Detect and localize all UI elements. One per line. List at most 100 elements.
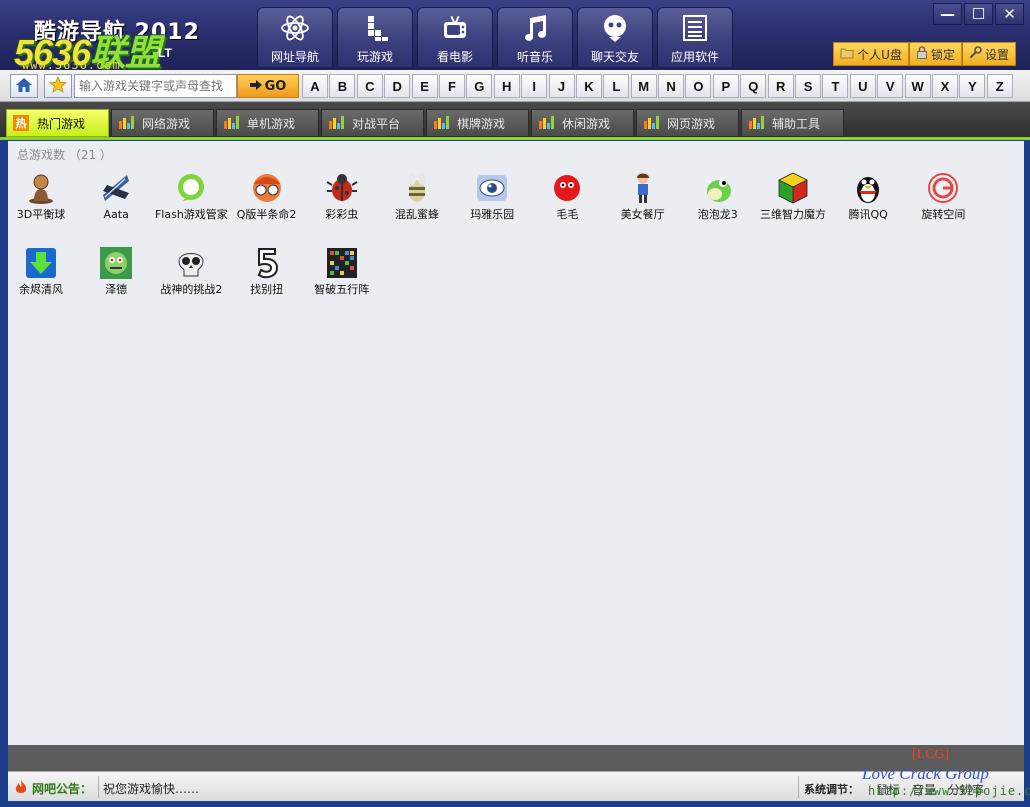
letter-button[interactable]: O xyxy=(685,74,712,98)
penguin-icon xyxy=(851,171,885,205)
letter-button[interactable]: E xyxy=(411,74,438,98)
letter-button[interactable]: D xyxy=(384,74,411,98)
lcg-label: [LCG] xyxy=(912,747,950,762)
game-item[interactable]: 美女餐厅 xyxy=(605,171,681,241)
watermark-title: Love Crack Group xyxy=(862,764,989,783)
figure-icon xyxy=(24,171,58,205)
game-item[interactable]: 三维智力魔方 xyxy=(755,171,831,241)
favorites-button[interactable] xyxy=(44,74,72,98)
download-icon xyxy=(24,246,58,280)
letter-button[interactable]: X xyxy=(931,74,958,98)
game-name: Flash游戏管家 xyxy=(154,208,228,221)
game-item[interactable]: 腾讯QQ xyxy=(830,171,906,241)
game-item[interactable]: Q版半条命2 xyxy=(229,171,305,241)
maximize-button[interactable]: ☐ xyxy=(964,3,993,25)
letter-button[interactable]: V xyxy=(877,74,904,98)
letter-button[interactable]: Q xyxy=(740,74,767,98)
close-button[interactable]: ✕ xyxy=(995,3,1024,25)
game-item[interactable]: 智破五行阵 xyxy=(304,246,380,316)
game-item[interactable]: 彩彩虫 xyxy=(304,171,380,241)
chat-face-icon xyxy=(598,12,632,44)
bee-icon xyxy=(400,171,434,205)
game-item[interactable]: Aata xyxy=(78,171,154,241)
category-tab-label: 热门游戏 xyxy=(37,116,86,131)
game-item[interactable]: 混乱蜜蜂 xyxy=(379,171,455,241)
game-item[interactable]: 3D平衡球 xyxy=(3,171,79,241)
game-name: 毛毛 xyxy=(556,208,579,221)
category-tab[interactable]: 棋牌游戏 xyxy=(426,109,529,137)
game-item[interactable]: 战神的挑战2 xyxy=(153,246,229,316)
letter-button[interactable]: F xyxy=(438,74,465,98)
nav-tab-games[interactable]: 玩游戏 xyxy=(337,7,413,68)
game-panel: 总游戏数 （21 ） 3D平衡球 Aata Flash游戏管家 Q版半条命2 彩彩虫 混乱… xyxy=(8,141,1024,745)
nav-tab-movies[interactable]: 看电影 xyxy=(417,7,493,68)
divider xyxy=(98,776,99,798)
letter-button[interactable]: Y xyxy=(959,74,986,98)
letter-button[interactable]: M xyxy=(630,74,657,98)
divider xyxy=(798,776,799,798)
category-tab[interactable]: 网络游戏 xyxy=(111,109,214,137)
tetris-icon xyxy=(358,12,392,44)
category-tab[interactable]: 休闲游戏 xyxy=(531,109,634,137)
letter-button[interactable]: T xyxy=(822,74,849,98)
category-tab[interactable]: 辅助工具 xyxy=(741,109,844,137)
category-bar: 热热门游戏 网络游戏 单机游戏 对战平台 棋牌游戏 休闲游戏 网页游戏 辅助工具 xyxy=(0,102,1030,140)
category-tab[interactable]: 热热门游戏 xyxy=(6,109,109,137)
letter-button[interactable]: B xyxy=(329,74,356,98)
letter-button[interactable]: C xyxy=(356,74,383,98)
letter-button[interactable]: N xyxy=(658,74,685,98)
nav-tab-music[interactable]: 听音乐 xyxy=(497,7,573,68)
game-item[interactable]: 旋转空间 xyxy=(905,171,981,241)
skull-icon xyxy=(174,246,208,280)
game-item[interactable]: Flash游戏管家 xyxy=(153,171,229,241)
go-button[interactable]: GO xyxy=(237,74,299,98)
game-item[interactable]: 玛雅乐园 xyxy=(454,171,530,241)
grid-icon xyxy=(325,246,359,280)
letter-button[interactable]: W xyxy=(904,74,931,98)
letter-index: ABCDEFGHIJKLMNOPQRSTUVWXYZ xyxy=(302,74,1014,98)
category-tab[interactable]: 网页游戏 xyxy=(636,109,739,137)
nav-tab-chat[interactable]: 聊天交友 xyxy=(577,7,653,68)
game-item[interactable]: 找别扭 xyxy=(229,246,305,316)
letter-button[interactable]: K xyxy=(575,74,602,98)
title-bar: 酷游导航 2012 5636联盟 LT www.5636.com 网址导航 玩游… xyxy=(0,0,1030,73)
nav-tab-apps[interactable]: 应用软件 xyxy=(657,7,733,68)
game-item[interactable]: 泡泡龙3 xyxy=(680,171,756,241)
home-button[interactable] xyxy=(10,74,38,98)
nav-tab-web[interactable]: 网址导航 xyxy=(257,7,333,68)
app-logo: 酷游导航 2012 5636联盟 LT www.5636.com xyxy=(8,8,253,73)
category-tab[interactable]: 单机游戏 xyxy=(216,109,319,137)
letter-button[interactable]: R xyxy=(767,74,794,98)
personal-drive-button[interactable]: 个人U盘 xyxy=(833,42,909,66)
bar-chart-icon xyxy=(118,115,134,132)
flash-icon xyxy=(174,171,208,205)
category-tab[interactable]: 对战平台 xyxy=(321,109,424,137)
lock-button[interactable]: 锁定 xyxy=(908,42,962,66)
minimize-button[interactable]: — xyxy=(933,3,962,25)
letter-button[interactable]: S xyxy=(795,74,822,98)
main-nav: 网址导航 玩游戏 看电影 听音乐 聊天交友 应用软件 xyxy=(257,7,733,68)
letter-button[interactable]: L xyxy=(603,74,630,98)
game-name: Aata xyxy=(103,208,129,221)
letter-button[interactable]: J xyxy=(548,74,575,98)
letter-button[interactable]: H xyxy=(493,74,520,98)
cube-icon xyxy=(776,171,810,205)
letter-button[interactable]: G xyxy=(466,74,493,98)
game-name: 泡泡龙3 xyxy=(697,208,738,221)
letter-button[interactable]: P xyxy=(712,74,739,98)
letter-button[interactable]: U xyxy=(849,74,876,98)
letter-button[interactable]: I xyxy=(521,74,548,98)
nav-tab-label: 网址导航 xyxy=(270,50,319,64)
game-name: 战神的挑战2 xyxy=(160,283,223,296)
nav-tab-label: 看电影 xyxy=(436,50,473,64)
game-item[interactable]: 余烬清风 xyxy=(3,246,79,316)
atom-icon xyxy=(278,12,312,44)
letter-button[interactable]: A xyxy=(302,74,328,98)
game-item[interactable]: 泽德 xyxy=(78,246,154,316)
game-item[interactable]: 毛毛 xyxy=(529,171,605,241)
bar-chart-icon xyxy=(748,115,764,132)
category-tabs: 热热门游戏 网络游戏 单机游戏 对战平台 棋牌游戏 休闲游戏 网页游戏 辅助工具 xyxy=(6,109,844,137)
search-input[interactable] xyxy=(74,74,237,98)
settings-button[interactable]: 设置 xyxy=(961,42,1016,66)
letter-button[interactable]: Z xyxy=(986,74,1013,98)
